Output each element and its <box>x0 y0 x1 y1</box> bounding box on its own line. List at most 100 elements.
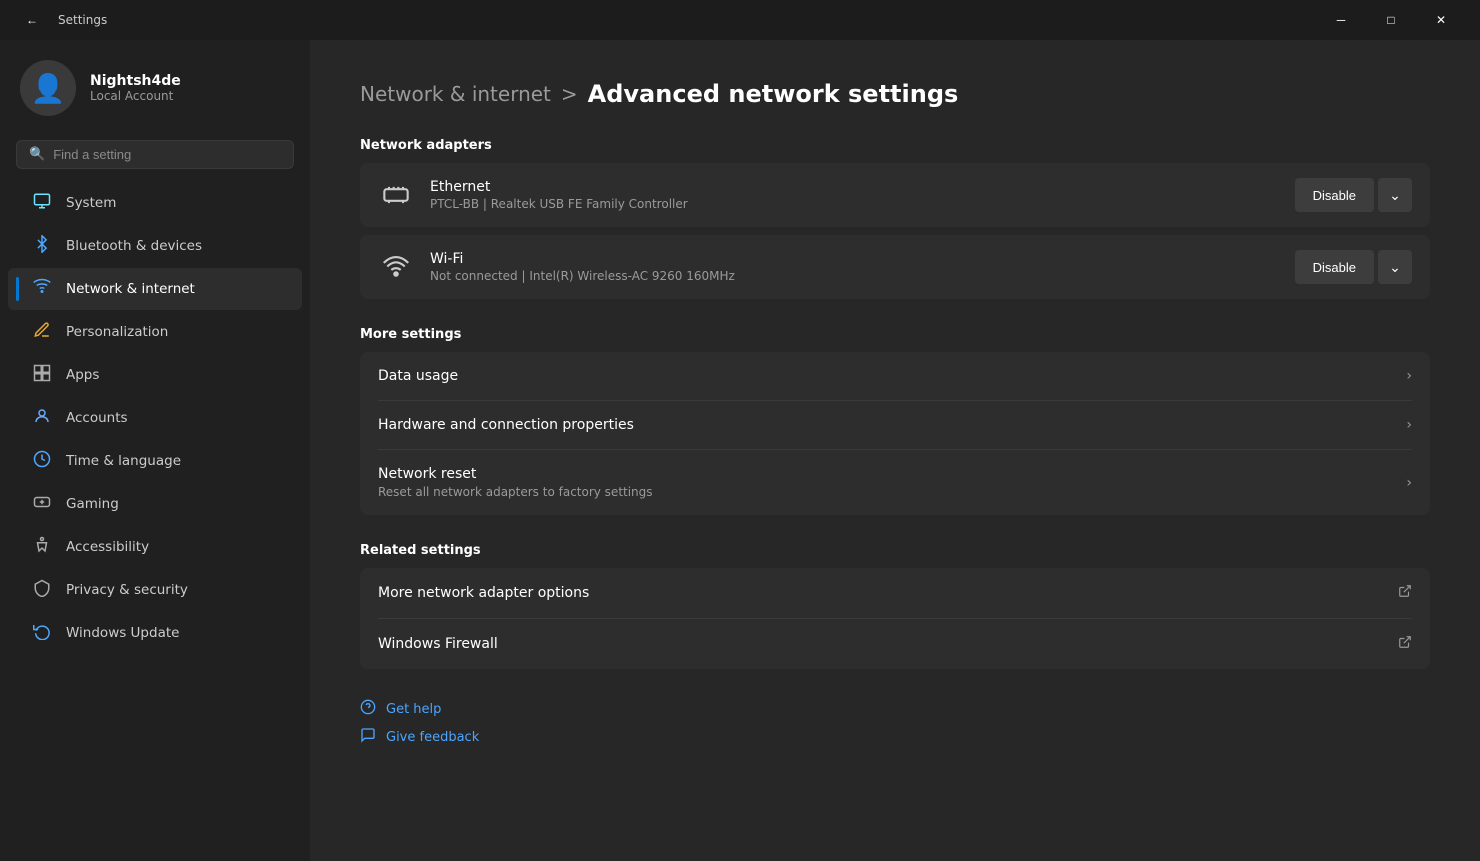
ethernet-chevron-icon: ⌄ <box>1389 187 1401 204</box>
minimize-button[interactable]: ─ <box>1318 4 1364 36</box>
network-reset-info: Network reset Reset all network adapters… <box>378 466 653 499</box>
network-reset-chevron: › <box>1406 475 1412 491</box>
section-title-more-settings: More settings <box>360 327 1430 342</box>
hardware-props-row[interactable]: Hardware and connection properties › <box>360 401 1430 449</box>
user-type: Local Account <box>90 89 181 103</box>
give-feedback-link[interactable]: Give feedback <box>360 727 1430 747</box>
user-profile: 👤 Nightsh4de Local Account <box>0 40 310 132</box>
sidebar-item-label-privacy: Privacy & security <box>66 582 188 598</box>
sidebar-item-update[interactable]: Windows Update <box>8 612 302 654</box>
get-help-icon <box>360 699 376 719</box>
adapter-controls-ethernet: Disable ⌄ <box>1295 178 1412 212</box>
maximize-icon: □ <box>1387 13 1394 27</box>
time-icon <box>32 450 52 472</box>
adapter-item-wifi: Wi-Fi Not connected | Intel(R) Wireless-… <box>360 235 1430 299</box>
data-usage-row[interactable]: Data usage › <box>360 352 1430 400</box>
sidebar-item-personalization[interactable]: Personalization <box>8 311 302 353</box>
breadcrumb-current: Advanced network settings <box>588 80 959 108</box>
section-title-related-settings: Related settings <box>360 543 1430 558</box>
avatar: 👤 <box>20 60 76 116</box>
windows-firewall-title: Windows Firewall <box>378 636 498 652</box>
data-usage-title: Data usage <box>378 368 458 384</box>
sidebar-item-apps[interactable]: Apps <box>8 354 302 396</box>
breadcrumb-separator: > <box>561 82 578 106</box>
give-feedback-icon <box>360 727 376 747</box>
titlebar-controls: ─ □ ✕ <box>1318 4 1464 36</box>
more-adapter-options-row[interactable]: More network adapter options <box>360 568 1430 618</box>
more-adapter-title: More network adapter options <box>378 585 589 601</box>
wifi-disable-button[interactable]: Disable <box>1295 250 1374 284</box>
sidebar-item-label-update: Windows Update <box>66 625 179 641</box>
titlebar-left: ← Settings <box>16 4 107 36</box>
sidebar-item-label-time: Time & language <box>66 453 181 469</box>
avatar-icon: 👤 <box>31 72 66 105</box>
sidebar-item-privacy[interactable]: Privacy & security <box>8 569 302 611</box>
more-adapter-external-icon <box>1398 584 1412 602</box>
back-button[interactable]: ← <box>16 4 48 36</box>
adapter-info-ethernet: Ethernet PTCL-BB | Realtek USB FE Family… <box>430 179 1279 211</box>
adapter-detail-wifi: Not connected | Intel(R) Wireless-AC 926… <box>430 269 1279 283</box>
personalization-icon <box>32 321 52 343</box>
network-reset-subtitle: Reset all network adapters to factory se… <box>378 485 653 499</box>
search-input[interactable] <box>53 147 281 162</box>
maximize-button[interactable]: □ <box>1368 4 1414 36</box>
get-help-link[interactable]: Get help <box>360 699 1430 719</box>
sidebar-item-label-bluetooth: Bluetooth & devices <box>66 238 202 254</box>
wifi-icon <box>378 249 414 285</box>
sidebar-item-gaming[interactable]: Gaming <box>8 483 302 525</box>
adapter-controls-wifi: Disable ⌄ <box>1295 250 1412 284</box>
sidebar-item-accounts[interactable]: Accounts <box>8 397 302 439</box>
close-icon: ✕ <box>1436 13 1446 27</box>
search-icon: 🔍 <box>29 147 45 162</box>
close-button[interactable]: ✕ <box>1418 4 1464 36</box>
windows-firewall-info: Windows Firewall <box>378 636 498 652</box>
related-settings-card: More network adapter options Windows Fir… <box>360 568 1430 669</box>
adapter-item-ethernet: Ethernet PTCL-BB | Realtek USB FE Family… <box>360 163 1430 227</box>
data-usage-chevron: › <box>1406 368 1412 384</box>
footer-links: Get help Give feedback <box>360 699 1430 747</box>
network-reset-row[interactable]: Network reset Reset all network adapters… <box>360 450 1430 515</box>
accounts-icon <box>32 407 52 429</box>
hardware-props-chevron: › <box>1406 417 1412 433</box>
data-usage-info: Data usage <box>378 368 458 384</box>
sidebar-item-label-personalization: Personalization <box>66 324 168 340</box>
section-title-adapters: Network adapters <box>360 138 1430 153</box>
windows-firewall-row[interactable]: Windows Firewall <box>360 619 1430 669</box>
ethernet-expand-button[interactable]: ⌄ <box>1378 178 1412 212</box>
breadcrumb-parent[interactable]: Network & internet <box>360 82 551 106</box>
search-box[interactable]: 🔍 <box>16 140 294 169</box>
gaming-icon <box>32 493 52 515</box>
more-settings-card: Data usage › Hardware and connection pro… <box>360 352 1430 515</box>
sidebar-item-accessibility[interactable]: Accessibility <box>8 526 302 568</box>
user-info: Nightsh4de Local Account <box>90 73 181 103</box>
minimize-icon: ─ <box>1337 13 1346 27</box>
sidebar-item-label-network: Network & internet <box>66 281 195 297</box>
more-adapter-info: More network adapter options <box>378 585 589 601</box>
sidebar-item-network[interactable]: Network & internet <box>8 268 302 310</box>
sidebar-item-time[interactable]: Time & language <box>8 440 302 482</box>
update-icon <box>32 622 52 644</box>
sidebar-item-label-system: System <box>66 195 116 211</box>
bluetooth-icon <box>32 235 52 257</box>
ethernet-icon <box>378 177 414 213</box>
ethernet-disable-button[interactable]: Disable <box>1295 178 1374 212</box>
user-name: Nightsh4de <box>90 73 181 89</box>
titlebar-title: Settings <box>58 13 107 27</box>
app-container: 👤 Nightsh4de Local Account 🔍 <box>0 40 1480 861</box>
breadcrumb: Network & internet > Advanced network se… <box>360 80 1430 108</box>
hardware-props-title: Hardware and connection properties <box>378 417 634 433</box>
content-area: Network & internet > Advanced network se… <box>310 40 1480 861</box>
sidebar: 👤 Nightsh4de Local Account 🔍 <box>0 40 310 861</box>
system-icon <box>32 192 52 214</box>
accessibility-icon <box>32 536 52 558</box>
back-icon: ← <box>26 13 38 27</box>
sidebar-nav: System Bluetooth & devices Network & <box>0 181 310 655</box>
sidebar-item-bluetooth[interactable]: Bluetooth & devices <box>8 225 302 267</box>
search-container: 🔍 <box>0 132 310 181</box>
give-feedback-label: Give feedback <box>386 730 479 745</box>
wifi-expand-button[interactable]: ⌄ <box>1378 250 1412 284</box>
sidebar-item-system[interactable]: System <box>8 182 302 224</box>
adapter-info-wifi: Wi-Fi Not connected | Intel(R) Wireless-… <box>430 251 1279 283</box>
adapter-name-ethernet: Ethernet <box>430 179 1279 195</box>
network-reset-title: Network reset <box>378 466 653 482</box>
